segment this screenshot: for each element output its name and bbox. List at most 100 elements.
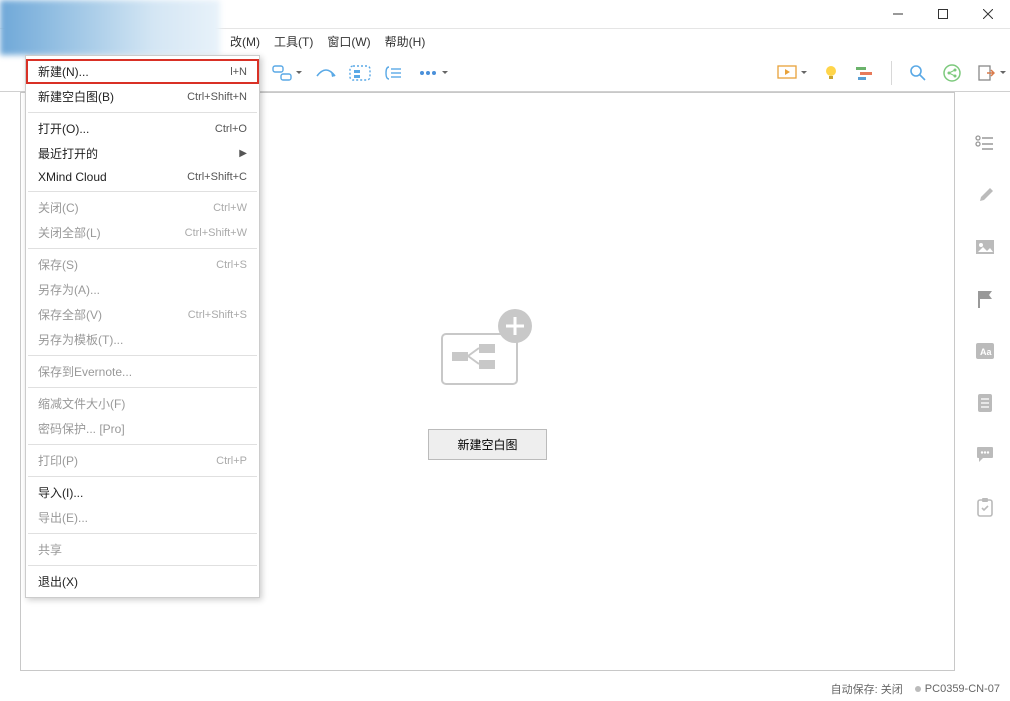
menu-item-label: 关闭全部(L) — [38, 224, 101, 241]
new-blank-map-button[interactable]: 新建空白图 — [428, 429, 546, 460]
menu-separator — [28, 191, 257, 192]
export-icon — [977, 64, 995, 82]
comments-panel-button[interactable] — [974, 444, 996, 466]
menu-item-label: 共享 — [38, 541, 62, 558]
file-menu-item-10: 保存(S) Ctrl+S — [26, 252, 259, 277]
menu-shortcut: Ctrl+Shift+N — [187, 91, 247, 103]
menu-shortcut: Ctrl+Shift+W — [185, 227, 247, 239]
brush-icon — [975, 185, 995, 205]
mindmap-placeholder-icon — [437, 304, 537, 389]
file-menu-item-11: 另存为(A)... — [26, 277, 259, 302]
file-menu-item-27[interactable]: 退出(X) — [26, 569, 259, 594]
file-menu-item-8: 关闭全部(L) Ctrl+Shift+W — [26, 220, 259, 245]
menu-shortcut: Ctrl+O — [215, 123, 247, 135]
file-menu-item-0[interactable]: 新建(N)... l+N — [26, 59, 259, 84]
minimize-button[interactable] — [875, 0, 920, 29]
menu-help[interactable]: 帮助(H) — [380, 30, 431, 53]
toolbar-boundary[interactable] — [346, 59, 374, 87]
menu-item-label: 退出(X) — [38, 573, 78, 590]
file-menu-item-4[interactable]: 最近打开的▶ — [26, 141, 259, 166]
file-menu-item-23: 导出(E)... — [26, 505, 259, 530]
menu-item-label: 导出(E)... — [38, 509, 88, 526]
file-menu-item-13: 另存为模板(T)... — [26, 327, 259, 352]
outline-icon — [975, 135, 995, 151]
menu-shortcut: Ctrl+S — [216, 259, 247, 271]
flag-icon — [976, 289, 994, 309]
toolbar-gantt[interactable] — [851, 59, 879, 87]
maximize-button[interactable] — [920, 0, 965, 29]
menu-item-label: 打印(P) — [38, 452, 78, 469]
menu-item-label: 保存到Evernote... — [38, 363, 132, 380]
menu-separator — [28, 565, 257, 566]
menu-shortcut: Ctrl+P — [216, 455, 247, 467]
menu-item-label: 保存全部(V) — [38, 306, 102, 323]
menu-separator — [28, 476, 257, 477]
menu-item-label: 新建空白图(B) — [38, 88, 114, 105]
font-icon: Aa — [975, 342, 995, 360]
toolbar-separator — [891, 61, 892, 85]
titlebar — [0, 0, 1010, 29]
task-panel-button[interactable] — [974, 496, 996, 518]
menu-separator — [28, 355, 257, 356]
relationship-icon — [315, 66, 337, 80]
notes-panel-button[interactable] — [974, 392, 996, 414]
search-icon — [909, 64, 927, 82]
menu-separator — [28, 533, 257, 534]
file-menu-item-15: 保存到Evernote... — [26, 359, 259, 384]
toolbar-search[interactable] — [904, 59, 932, 87]
svg-text:Aa: Aa — [980, 347, 992, 357]
menu-separator — [28, 444, 257, 445]
font-panel-button[interactable]: Aa — [974, 340, 996, 362]
toolbar-export-dropdown[interactable] — [972, 59, 1000, 87]
image-icon — [975, 239, 995, 255]
toolbar-more-dropdown[interactable] — [414, 59, 442, 87]
file-menu-item-18: 密码保护... [Pro] — [26, 416, 259, 441]
menu-item-label: 打开(O)... — [38, 120, 89, 137]
file-menu-item-5[interactable]: XMind Cloud Ctrl+Shift+C — [26, 166, 259, 188]
toolbar-relationship[interactable] — [312, 59, 340, 87]
toolbar-summary[interactable] — [380, 59, 408, 87]
gantt-icon — [855, 66, 875, 80]
menu-separator — [28, 387, 257, 388]
menu-tools[interactable]: 工具(T) — [269, 30, 318, 53]
menu-separator — [28, 248, 257, 249]
bulb-icon — [823, 64, 839, 82]
status-autosave: 自动保存: 关闭 — [831, 681, 903, 697]
share-icon — [943, 64, 961, 82]
empty-placeholder: 新建空白图 — [428, 304, 546, 460]
file-menu-item-7: 关闭(C) Ctrl+W — [26, 195, 259, 220]
topic-icon — [272, 65, 292, 81]
menu-shortcut: Ctrl+Shift+S — [188, 309, 247, 321]
menu-item-label: 保存(S) — [38, 256, 78, 273]
menu-item-label: 关闭(C) — [38, 199, 79, 216]
menu-shortcut: Ctrl+Shift+C — [187, 171, 247, 183]
file-menu-item-25: 共享 — [26, 537, 259, 562]
menu-item-label: 另存为模板(T)... — [38, 331, 123, 348]
menu-shortcut: Ctrl+W — [213, 202, 247, 214]
boundary-icon — [349, 65, 371, 81]
image-panel-button[interactable] — [974, 236, 996, 258]
close-button[interactable] — [965, 0, 1010, 29]
toolbar-share[interactable] — [938, 59, 966, 87]
menu-window[interactable]: 窗口(W) — [322, 30, 375, 53]
file-menu-item-1[interactable]: 新建空白图(B) Ctrl+Shift+N — [26, 84, 259, 109]
menu-item-label: 新建(N)... — [38, 63, 89, 80]
notes-icon — [976, 393, 994, 413]
toolbar-presentation-dropdown[interactable] — [773, 59, 801, 87]
file-menu-item-3[interactable]: 打开(O)... Ctrl+O — [26, 116, 259, 141]
file-menu-item-22[interactable]: 导入(I)... — [26, 480, 259, 505]
menu-modify[interactable]: 改(M) — [225, 30, 265, 53]
marker-panel-button[interactable] — [974, 288, 996, 310]
toolbar-topic-dropdown[interactable] — [268, 59, 296, 87]
file-menu-item-17: 缩减文件大小(F) — [26, 391, 259, 416]
menu-shortcut: l+N — [230, 66, 247, 78]
format-panel-button[interactable] — [974, 184, 996, 206]
toolbar-idea[interactable] — [817, 59, 845, 87]
menu-item-label: 密码保护... [Pro] — [38, 420, 125, 437]
menu-item-label: XMind Cloud — [38, 170, 107, 184]
comment-icon — [975, 446, 995, 464]
submenu-arrow-icon: ▶ — [239, 148, 247, 159]
right-sidebar: Aa — [960, 92, 1010, 671]
outline-panel-button[interactable] — [974, 132, 996, 154]
menu-item-label: 导入(I)... — [38, 484, 83, 501]
